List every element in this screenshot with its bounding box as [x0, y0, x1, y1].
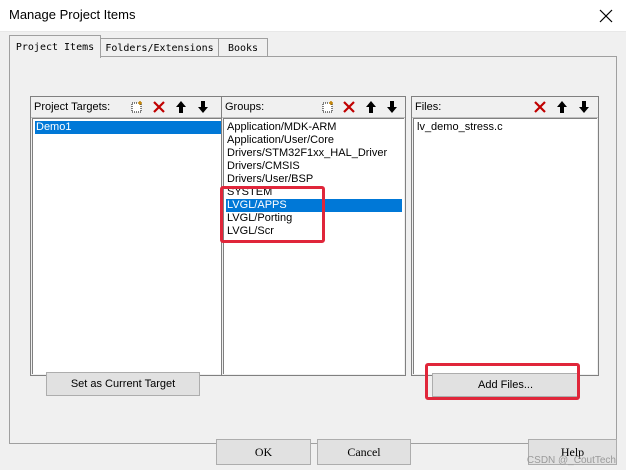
arrow-down-icon: [579, 100, 589, 113]
move-target-up-button[interactable]: [172, 98, 190, 115]
delete-file-button[interactable]: [531, 98, 549, 115]
close-button[interactable]: [586, 0, 626, 31]
list-item[interactable]: lv_demo_stress.c: [416, 121, 595, 134]
tab-label: Books: [227, 42, 259, 54]
dialog-body: Project Items Folders/Extensions Books P…: [0, 32, 626, 470]
arrow-down-icon: [387, 100, 397, 113]
set-as-current-target-button[interactable]: Set as Current Target: [46, 372, 200, 396]
move-target-down-button[interactable]: [194, 98, 212, 115]
ok-button[interactable]: OK: [216, 439, 311, 465]
move-group-down-button[interactable]: [383, 98, 401, 115]
list-item[interactable]: Drivers/User/BSP: [226, 173, 402, 186]
delete-icon: [343, 100, 355, 113]
add-files-button[interactable]: Add Files...: [432, 373, 579, 397]
arrow-up-icon: [176, 100, 186, 113]
watermark: CSDN @_CoutTech: [526, 455, 616, 466]
tab-label: Folders/Extensions: [105, 42, 214, 54]
title-bar: Manage Project Items: [0, 0, 626, 32]
arrow-down-icon: [198, 100, 208, 113]
delete-icon: [534, 100, 546, 113]
groups-panel: Groups: Application/MDK-ARM Application/…: [221, 96, 406, 376]
arrow-up-icon: [366, 100, 376, 113]
panel-header: Project Targets:: [31, 97, 225, 118]
list-item[interactable]: Application/MDK-ARM: [226, 121, 402, 134]
panel-header: Groups:: [222, 97, 405, 118]
tab-label: Project Items: [15, 41, 95, 53]
tab-panel: Project Targets: Demo1 Groups: Applicati…: [9, 56, 617, 444]
list-item[interactable]: LVGL/APPS: [226, 199, 402, 212]
new-item-icon: [322, 100, 333, 112]
list-item[interactable]: SYSTEM: [226, 186, 402, 199]
tab-books[interactable]: Books: [218, 38, 268, 57]
project-targets-panel: Project Targets: Demo1: [30, 96, 226, 376]
move-group-up-button[interactable]: [362, 98, 380, 115]
tab-project-items[interactable]: Project Items: [9, 35, 101, 58]
files-label: Files:: [415, 101, 442, 113]
list-item[interactable]: Application/User/Core: [226, 134, 402, 147]
project-targets-label: Project Targets:: [34, 101, 111, 113]
list-item[interactable]: Drivers/STM32F1xx_HAL_Driver: [226, 147, 402, 160]
list-item[interactable]: LVGL/Porting: [226, 212, 402, 225]
arrow-up-icon: [557, 100, 567, 113]
panel-header: Files:: [412, 97, 598, 118]
delete-group-button[interactable]: [340, 98, 358, 115]
new-target-button[interactable]: [128, 98, 146, 115]
window-title: Manage Project Items: [9, 7, 136, 22]
tab-folders-extensions[interactable]: Folders/Extensions: [100, 38, 219, 57]
cancel-button[interactable]: Cancel: [317, 439, 411, 465]
groups-label: Groups:: [225, 101, 265, 113]
project-targets-list[interactable]: Demo1: [32, 118, 224, 374]
files-list[interactable]: lv_demo_stress.c: [413, 118, 597, 374]
move-file-up-button[interactable]: [553, 98, 571, 115]
files-panel: Files: lv_demo_stress.c: [411, 96, 599, 376]
delete-target-button[interactable]: [150, 98, 168, 115]
delete-icon: [153, 100, 165, 113]
new-item-icon: [131, 100, 142, 112]
move-file-down-button[interactable]: [575, 98, 593, 115]
close-icon: [599, 9, 613, 22]
groups-list[interactable]: Application/MDK-ARM Application/User/Cor…: [223, 118, 404, 374]
new-group-button[interactable]: [319, 98, 337, 115]
list-item[interactable]: Drivers/CMSIS: [226, 160, 402, 173]
list-item[interactable]: LVGL/Scr: [226, 225, 402, 238]
list-item[interactable]: Demo1: [35, 121, 222, 134]
